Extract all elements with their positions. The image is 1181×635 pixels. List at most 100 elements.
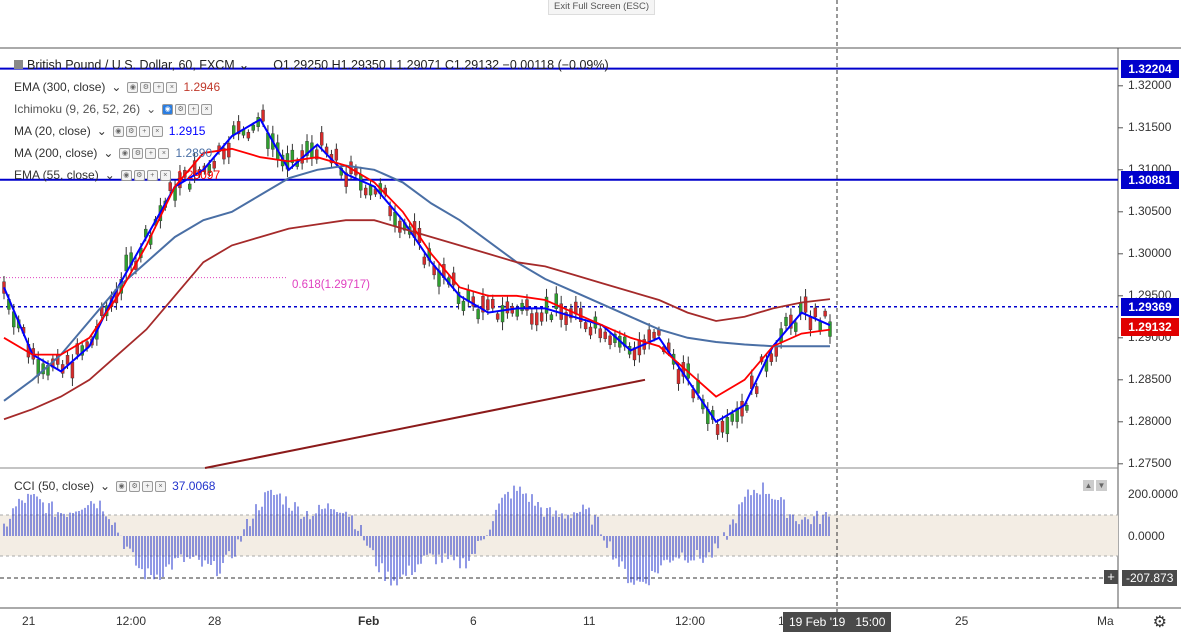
fib-level-label: 0.618(1.29717) [292, 279, 371, 291]
candle-body [520, 302, 524, 311]
cci-cursor-value: -207.873 [1122, 570, 1178, 586]
price-tag-resistance-2: 1.30881 [1121, 170, 1179, 189]
indicator-controls[interactable]: ◉ ⚙ + × [127, 81, 178, 93]
candle-body [251, 124, 255, 131]
candle-body [720, 420, 725, 433]
indicator-value: 1.29097 [176, 168, 221, 182]
candle-body [363, 187, 368, 196]
candle-body [730, 413, 734, 422]
indicator-ema55[interactable]: EMA (55, close) ⌄ ◉ ⚙ + × 1.29097 [14, 168, 220, 182]
chevron-down-icon[interactable]: ⌄ [97, 124, 107, 138]
candle-body [368, 185, 373, 196]
candle-body [393, 211, 397, 226]
candle-body [461, 300, 466, 311]
candle-body [549, 314, 554, 320]
candle-body [745, 405, 749, 411]
candle-body [808, 316, 813, 331]
candle-body [715, 424, 720, 435]
price-tick-label: 1.30500 [1128, 203, 1172, 218]
candle-body [652, 331, 656, 339]
candle-body [246, 132, 251, 139]
indicator-label: MA (200, close) [14, 146, 98, 160]
symbol-color-swatch [14, 60, 23, 69]
candle-body [530, 313, 534, 325]
indicator-controls[interactable]: ◉ ⚙ + × [162, 103, 213, 115]
indicator-label: EMA (55, close) [14, 168, 99, 182]
cci-tick-0: 0.0000 [1128, 529, 1165, 543]
chart-canvas[interactable] [0, 0, 1181, 635]
indicator-controls[interactable]: ◉ ⚙ + × [116, 480, 167, 492]
settings-icon: ⚙ [140, 81, 152, 93]
candle-body [813, 307, 818, 318]
gear-icon[interactable]: ⚙ [1153, 612, 1167, 632]
candle-body [232, 125, 236, 135]
time-tick-label: 28 [208, 614, 222, 628]
candle-body [422, 256, 427, 265]
exit-fullscreen-button[interactable]: Exit Full Screen (ESC) [548, 0, 656, 15]
time-cursor-tooltip: 19 Feb '19 15:00 [783, 612, 892, 632]
plus-icon: + [153, 81, 165, 93]
candle-body [823, 310, 827, 317]
settings-icon: ⚙ [132, 147, 144, 159]
candle-body [769, 353, 774, 362]
candle-body [486, 299, 490, 311]
candle-body [784, 316, 788, 326]
candle-body [803, 296, 808, 313]
candle-body [476, 309, 480, 320]
plus-icon: + [146, 169, 158, 181]
chevron-down-icon[interactable]: ⌄ [103, 146, 113, 160]
chevron-down-icon[interactable]: ⌄ [105, 168, 115, 182]
candle-body [505, 301, 510, 314]
symbol-name[interactable]: British Pound / U.S. Dollar, 60, FXCM [27, 58, 235, 72]
chevron-down-icon[interactable]: ⌄ [239, 58, 249, 72]
indicator-ma20[interactable]: MA (20, close) ⌄ ◉ ⚙ + × 1.2915 [14, 124, 205, 138]
eye-icon: ◉ [112, 125, 124, 137]
time-tick-label: 21 [22, 614, 36, 628]
time-tick-label: Feb [358, 614, 380, 628]
candle-body [495, 313, 500, 320]
close-icon: × [158, 147, 170, 159]
price-tag-resistance-1: 1.32204 [1121, 59, 1179, 78]
eye-icon: ◉ [119, 147, 131, 159]
candle-body [598, 328, 602, 339]
time-tick-label: Ma [1097, 614, 1114, 628]
candle-body [359, 174, 363, 191]
settings-icon: ⚙ [175, 103, 187, 115]
arrow-up-icon: ▲ [1083, 480, 1094, 491]
chevron-down-icon[interactable]: ⌄ [146, 102, 156, 116]
close-icon: × [201, 103, 213, 115]
close-icon: × [151, 125, 163, 137]
eye-icon: ◉ [120, 169, 132, 181]
pane-arrange-controls[interactable]: ▲ ▼ [1083, 480, 1107, 491]
close-icon: × [155, 480, 167, 492]
candle-body [334, 148, 339, 161]
time-tick-label: 12:00 [675, 614, 706, 628]
candle-body [539, 312, 544, 322]
cci-tick-200: 200.0000 [1128, 487, 1179, 501]
indicator-controls[interactable]: ◉ ⚙ + × [120, 169, 171, 181]
indicator-ema300[interactable]: EMA (300, close) ⌄ ◉ ⚙ + × 1.2946 [14, 80, 220, 94]
settings-icon: ⚙ [129, 480, 141, 492]
candle-body [515, 308, 519, 317]
chevron-down-icon[interactable]: ⌄ [111, 80, 121, 94]
eye-icon: ◉ [162, 103, 174, 115]
indicator-ma200[interactable]: MA (200, close) ⌄ ◉ ⚙ + × 1.2890 [14, 146, 212, 160]
eye-icon: ◉ [116, 480, 128, 492]
settings-icon: ⚙ [125, 125, 137, 137]
tooltip-time: 15:00 [855, 615, 886, 629]
price-tag-level-dotted: 1.29369 [1121, 297, 1179, 316]
candle-body [818, 321, 822, 331]
plus-icon: + [188, 103, 200, 115]
indicator-controls[interactable]: ◉ ⚙ + × [119, 147, 170, 159]
crosshair-plus-icon[interactable]: + [1104, 570, 1118, 584]
candle-body [500, 305, 505, 323]
indicator-ichimoku[interactable]: Ichimoku (9, 26, 52, 26) ⌄ ◉ ⚙ + × [14, 102, 213, 116]
candle-body [491, 299, 495, 309]
indicator-cci[interactable]: CCI (50, close) ⌄ ◉ ⚙ + × 37.0068 [14, 479, 215, 493]
chevron-down-icon[interactable]: ⌄ [100, 479, 110, 493]
indicator-value: 1.2946 [183, 80, 221, 94]
tooltip-date: 19 Feb '19 [789, 615, 846, 629]
candle-body [535, 312, 539, 326]
indicator-controls[interactable]: ◉ ⚙ + × [112, 125, 163, 137]
time-tick-label: 11 [583, 614, 596, 628]
